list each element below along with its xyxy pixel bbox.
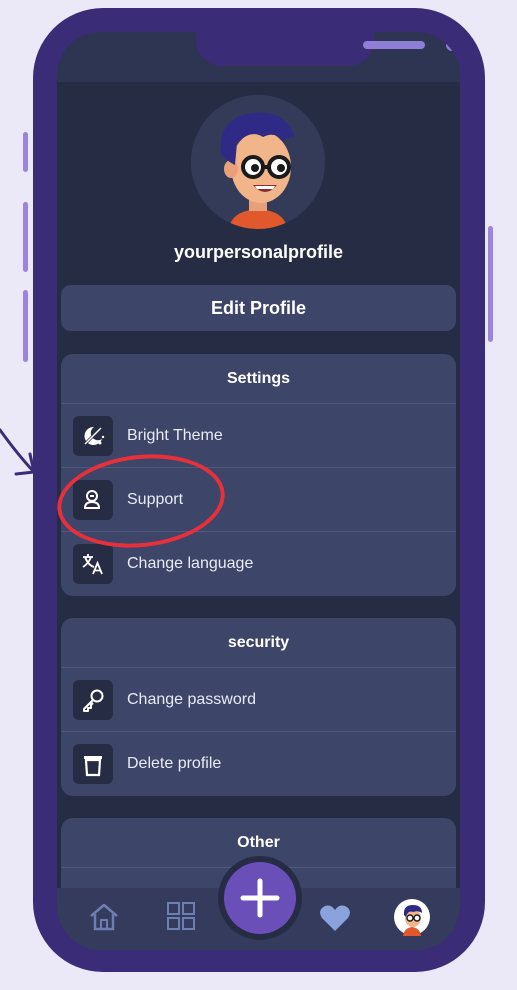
other-title: Other	[61, 818, 456, 868]
app-screen: yourpersonalprofile Edit Profile Setting…	[57, 32, 460, 950]
settings-item-label: Support	[127, 490, 184, 508]
camera	[446, 39, 458, 51]
security-title: security	[61, 618, 456, 668]
settings-title: Settings	[61, 354, 456, 404]
decorative-mark	[23, 132, 28, 172]
avatar-illustration	[191, 95, 325, 229]
security-item-change-password[interactable]: Change password	[61, 668, 456, 732]
speaker	[363, 41, 425, 49]
trash-icon	[73, 744, 113, 784]
translate-icon	[73, 544, 113, 584]
security-item-label: Change password	[127, 690, 256, 708]
settings-item-bright-theme[interactable]: Bright Theme	[61, 404, 456, 468]
key-icon	[73, 679, 113, 720]
edit-profile-button[interactable]: Edit Profile	[61, 285, 456, 331]
bright-theme-icon	[73, 415, 113, 456]
settings-item-change-language[interactable]: Change language	[61, 532, 456, 596]
status-area	[57, 32, 460, 82]
decorative-mark	[488, 226, 493, 342]
settings-card: Settings Bright Theme Support Change lan…	[61, 354, 456, 596]
username: yourpersonalprofile	[173, 242, 344, 262]
security-item-delete-profile[interactable]: Delete profile	[61, 732, 456, 796]
heart-icon[interactable]	[319, 904, 351, 937]
page: yourpersonalprofile Edit Profile Setting…	[0, 0, 517, 990]
notch	[196, 32, 458, 66]
add-button[interactable]	[224, 862, 296, 934]
home-icon[interactable]	[87, 900, 121, 939]
security-item-label: Delete profile	[127, 755, 222, 772]
decorative-mark	[23, 202, 28, 272]
decorative-mark	[23, 290, 28, 362]
add-icon	[240, 878, 280, 918]
support-icon	[73, 479, 113, 520]
security-card: security Change password Delete profile	[61, 618, 456, 796]
avatar	[191, 95, 325, 229]
settings-item-label: Bright Theme	[127, 426, 223, 444]
settings-item-label: Change language	[127, 555, 254, 572]
settings-item-support[interactable]: Support	[61, 468, 456, 532]
grid-icon[interactable]	[165, 900, 197, 937]
profile-content: yourpersonalprofile Edit Profile Setting…	[57, 82, 460, 950]
avatar-icon[interactable]	[393, 898, 431, 941]
